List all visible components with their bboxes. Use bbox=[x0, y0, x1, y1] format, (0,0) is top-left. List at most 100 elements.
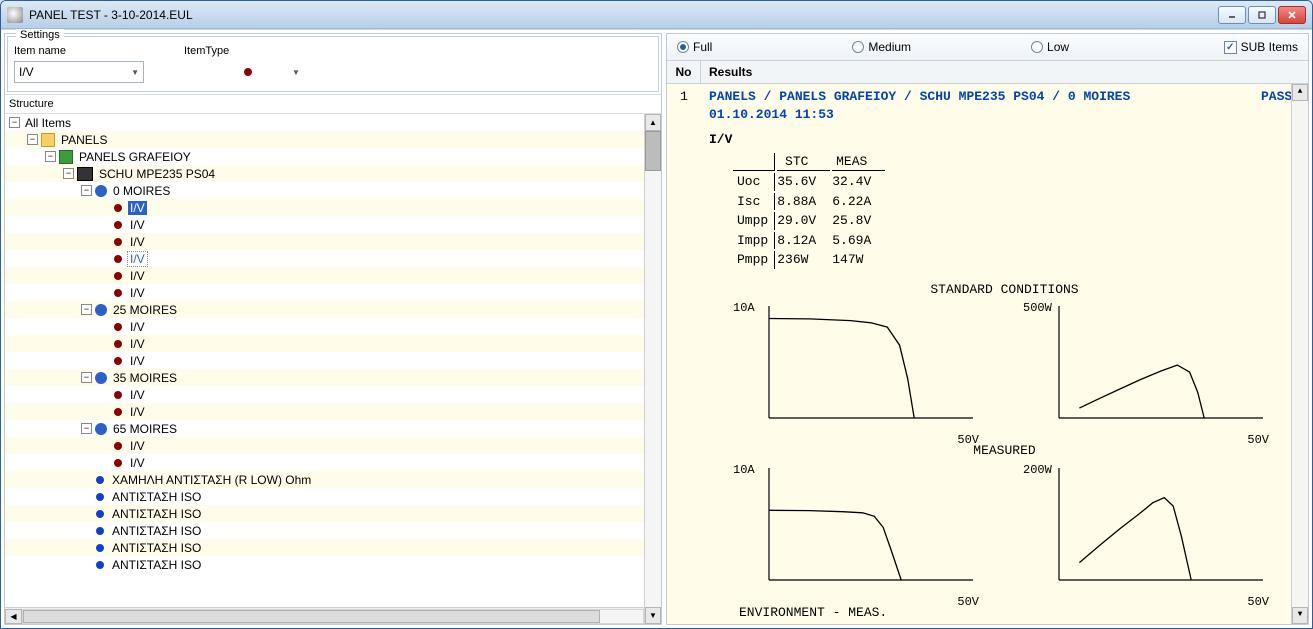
tree-expander-placeholder bbox=[99, 219, 110, 230]
tree-node-label[interactable]: I/V bbox=[128, 269, 147, 283]
view-low-radio[interactable]: Low bbox=[1031, 40, 1069, 54]
tree-expander-placeholder bbox=[81, 542, 92, 553]
tree-expander[interactable]: − bbox=[27, 134, 38, 145]
scroll-up-button[interactable]: ▲ bbox=[645, 114, 661, 131]
tree-node-label[interactable]: I/V bbox=[128, 354, 147, 368]
tree-row[interactable]: I/V bbox=[5, 386, 661, 403]
bullet-red-icon bbox=[114, 238, 122, 246]
minimize-button[interactable] bbox=[1218, 6, 1246, 24]
tree-expander[interactable]: − bbox=[81, 423, 92, 434]
tree-node-label[interactable]: ΑΝΤΙΣΤΑΣΗ ISO bbox=[110, 541, 203, 555]
item-type-label: ItemType bbox=[184, 45, 300, 57]
bullet-red-icon bbox=[114, 391, 122, 399]
tree-row[interactable]: − PANELS bbox=[5, 131, 661, 148]
maximize-button[interactable] bbox=[1248, 6, 1276, 24]
tree-node-label[interactable]: All Items bbox=[23, 116, 73, 130]
tree-node-label[interactable]: ΧΑΜΗΛΗ ΑΝΤΙΣΤΑΣΗ (R LOW) Ohm bbox=[110, 473, 313, 487]
tree-node-label[interactable]: 0 MOIRES bbox=[111, 184, 172, 198]
close-button[interactable] bbox=[1278, 6, 1306, 24]
tree-expander-placeholder bbox=[99, 440, 110, 451]
iv-row-stc: 8.88A bbox=[777, 193, 830, 211]
tree-row[interactable]: I/V bbox=[5, 199, 661, 216]
tree-row[interactable]: −All Items bbox=[5, 114, 661, 131]
item-name-combo[interactable]: I/V ▼ bbox=[14, 61, 144, 83]
tree-row[interactable]: I/V bbox=[5, 454, 661, 471]
tree-vscrollbar[interactable]: ▲ ▼ bbox=[644, 114, 661, 624]
tree-node-label[interactable]: PANELS GRAFEIOY bbox=[77, 150, 193, 164]
settings-legend: Settings bbox=[16, 29, 64, 41]
structure-tree[interactable]: −All Items−PANELS−PANELS GRAFEIOY−SCHU M… bbox=[5, 114, 661, 607]
tree-row[interactable]: − 35 MOIRES bbox=[5, 369, 661, 386]
view-toolbar: Full Medium Low SUB Items bbox=[667, 34, 1308, 61]
results-body[interactable]: 1 PANELS / PANELS GRAFEIOY / SCHU MPE235… bbox=[667, 84, 1308, 624]
tree-node-label[interactable]: ΑΝΤΙΣΤΑΣΗ ISO bbox=[110, 524, 203, 538]
tree-row[interactable]: I/V bbox=[5, 284, 661, 301]
app-window: PANEL TEST - 3-10-2014.EUL Settings Item… bbox=[0, 0, 1313, 629]
tree-row[interactable]: ΑΝΤΙΣΤΑΣΗ ISO bbox=[5, 505, 661, 522]
tree-row[interactable]: I/V bbox=[5, 403, 661, 420]
scroll-left-button[interactable]: ◀ bbox=[5, 609, 22, 624]
view-medium-radio[interactable]: Medium bbox=[852, 40, 911, 54]
scroll-down-button[interactable]: ▼ bbox=[645, 607, 661, 624]
tree-node-label[interactable]: 65 MOIRES bbox=[111, 422, 179, 436]
tree-node-label[interactable]: I/V bbox=[128, 456, 147, 470]
tree-expander[interactable]: − bbox=[63, 168, 74, 179]
tree-node-label[interactable]: I/V bbox=[128, 235, 147, 249]
tree-row[interactable]: I/V bbox=[5, 352, 661, 369]
tree-node-label[interactable]: I/V bbox=[128, 439, 147, 453]
tree-row[interactable]: ΑΝΤΙΣΤΑΣΗ ISO bbox=[5, 556, 661, 573]
tree-node-label[interactable]: I/V bbox=[128, 218, 147, 232]
tree-node-label[interactable]: 25 MOIRES bbox=[111, 303, 179, 317]
tree-row[interactable]: I/V bbox=[5, 267, 661, 284]
tree-row[interactable]: ΧΑΜΗΛΗ ΑΝΤΙΣΤΑΣΗ (R LOW) Ohm bbox=[5, 471, 661, 488]
tree-row[interactable]: ΑΝΤΙΣΤΑΣΗ ISO bbox=[5, 488, 661, 505]
tree-row[interactable]: ΑΝΤΙΣΤΑΣΗ ISO bbox=[5, 539, 661, 556]
chart-std-pv: 500W 50V bbox=[1019, 302, 1269, 432]
tree-node-label[interactable]: SCHU MPE235 PS04 bbox=[97, 167, 217, 181]
results-vscrollbar[interactable]: ▲ ▼ bbox=[1291, 84, 1308, 624]
chevron-down-icon[interactable]: ▼ bbox=[292, 68, 300, 77]
scroll-track[interactable] bbox=[645, 131, 661, 607]
tree-node-label[interactable]: I/V bbox=[128, 388, 147, 402]
tree-expander[interactable]: − bbox=[45, 151, 56, 162]
item-name-label: Item name bbox=[14, 45, 144, 57]
tree-node-label[interactable]: ΑΝΤΙΣΤΑΣΗ ISO bbox=[110, 558, 203, 572]
tree-row[interactable]: I/V bbox=[5, 437, 661, 454]
tree-expander[interactable]: − bbox=[81, 304, 92, 315]
tree-node-label[interactable]: ΑΝΤΙΣΤΑΣΗ ISO bbox=[110, 490, 203, 504]
tree-expander[interactable]: − bbox=[81, 185, 92, 196]
tree-node-label[interactable]: 35 MOIRES bbox=[111, 371, 179, 385]
tree-row[interactable]: I/V bbox=[5, 233, 661, 250]
tree-expander[interactable]: − bbox=[81, 372, 92, 383]
tree-node-label[interactable]: I/V bbox=[128, 286, 147, 300]
sub-items-checkbox[interactable]: SUB Items bbox=[1224, 40, 1298, 54]
tree-row[interactable]: ΑΝΤΙΣΤΑΣΗ ISO bbox=[5, 522, 661, 539]
tree-hscrollbar[interactable]: ◀ ▶ bbox=[5, 607, 661, 624]
tree-node-label[interactable]: I/V bbox=[128, 337, 147, 351]
tree-row[interactable]: − SCHU MPE235 PS04 bbox=[5, 165, 661, 182]
tree-row[interactable]: I/V bbox=[5, 335, 661, 352]
scroll-thumb[interactable] bbox=[23, 610, 600, 623]
tree-row[interactable]: I/V bbox=[5, 250, 661, 267]
tree-row[interactable]: − PANELS GRAFEIOY bbox=[5, 148, 661, 165]
tree-node-label[interactable]: I/V bbox=[128, 201, 147, 215]
scroll-track[interactable] bbox=[1292, 101, 1308, 607]
scroll-down-button[interactable]: ▼ bbox=[1292, 607, 1308, 624]
tree-row[interactable]: − 65 MOIRES bbox=[5, 420, 661, 437]
tree-row[interactable]: I/V bbox=[5, 318, 661, 335]
tree-row[interactable]: I/V bbox=[5, 216, 661, 233]
tree-row[interactable]: − 0 MOIRES bbox=[5, 182, 661, 199]
scroll-up-button[interactable]: ▲ bbox=[1292, 84, 1308, 101]
tree-node-label[interactable]: I/V bbox=[128, 252, 147, 266]
tree-node-label[interactable]: ΑΝΤΙΣΤΑΣΗ ISO bbox=[110, 507, 203, 521]
tree-node-label[interactable]: PANELS bbox=[59, 133, 109, 147]
tree-expander[interactable]: − bbox=[9, 117, 20, 128]
tree-row[interactable]: − 25 MOIRES bbox=[5, 301, 661, 318]
scroll-thumb[interactable] bbox=[645, 131, 661, 171]
tree-node-label[interactable]: I/V bbox=[128, 320, 147, 334]
scroll-track[interactable] bbox=[22, 609, 644, 624]
view-full-radio[interactable]: Full bbox=[677, 40, 712, 54]
bullet-blue-icon bbox=[96, 493, 104, 501]
tree-node-label[interactable]: I/V bbox=[128, 405, 147, 419]
chart-mea-pv: 200W 50V bbox=[1019, 464, 1269, 594]
